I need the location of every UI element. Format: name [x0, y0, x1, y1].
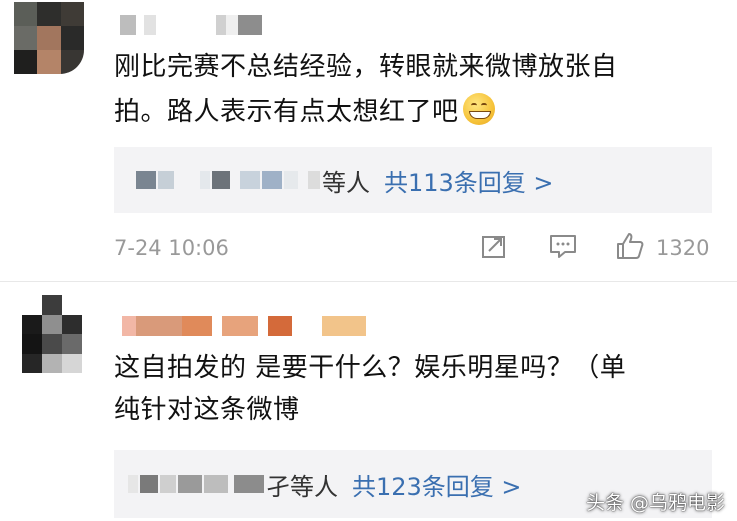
- reply-preview-box[interactable]: 等人 共113条回复 >: [114, 147, 712, 213]
- comment-text-line-1: 这自拍发的 是要干什么？娱乐明星吗？（单: [114, 353, 627, 383]
- watermark: 头条 @乌鸦电影: [586, 492, 726, 514]
- reply-users[interactable]: 孑等人: [266, 467, 338, 502]
- reply-users[interactable]: 等人: [322, 163, 370, 198]
- grin-sweat-emoji: [462, 93, 495, 125]
- like-count: 1320: [656, 236, 710, 260]
- comment-timestamp: 7-24 10:06: [114, 236, 229, 260]
- reply-count-link[interactable]: 共113条回复 >: [384, 163, 554, 198]
- comment-text-line-2: 拍。路人表示有点太想红了吧: [114, 90, 495, 135]
- reply-count-link[interactable]: 共123条回复 >: [352, 467, 522, 502]
- comment-text-line-1: 刚比完赛不总结经验，转眼就来微博放张自: [114, 52, 618, 82]
- comment-text-line-2: 纯针对这条微博: [114, 395, 300, 425]
- thumbs-up-icon[interactable]: [614, 230, 646, 266]
- avatar[interactable]: [22, 295, 82, 373]
- comment-icon[interactable]: [548, 232, 578, 264]
- username[interactable]: [120, 15, 262, 35]
- divider: [0, 281, 737, 282]
- avatar[interactable]: [14, 2, 84, 74]
- username[interactable]: [122, 316, 366, 336]
- share-icon[interactable]: [480, 232, 508, 264]
